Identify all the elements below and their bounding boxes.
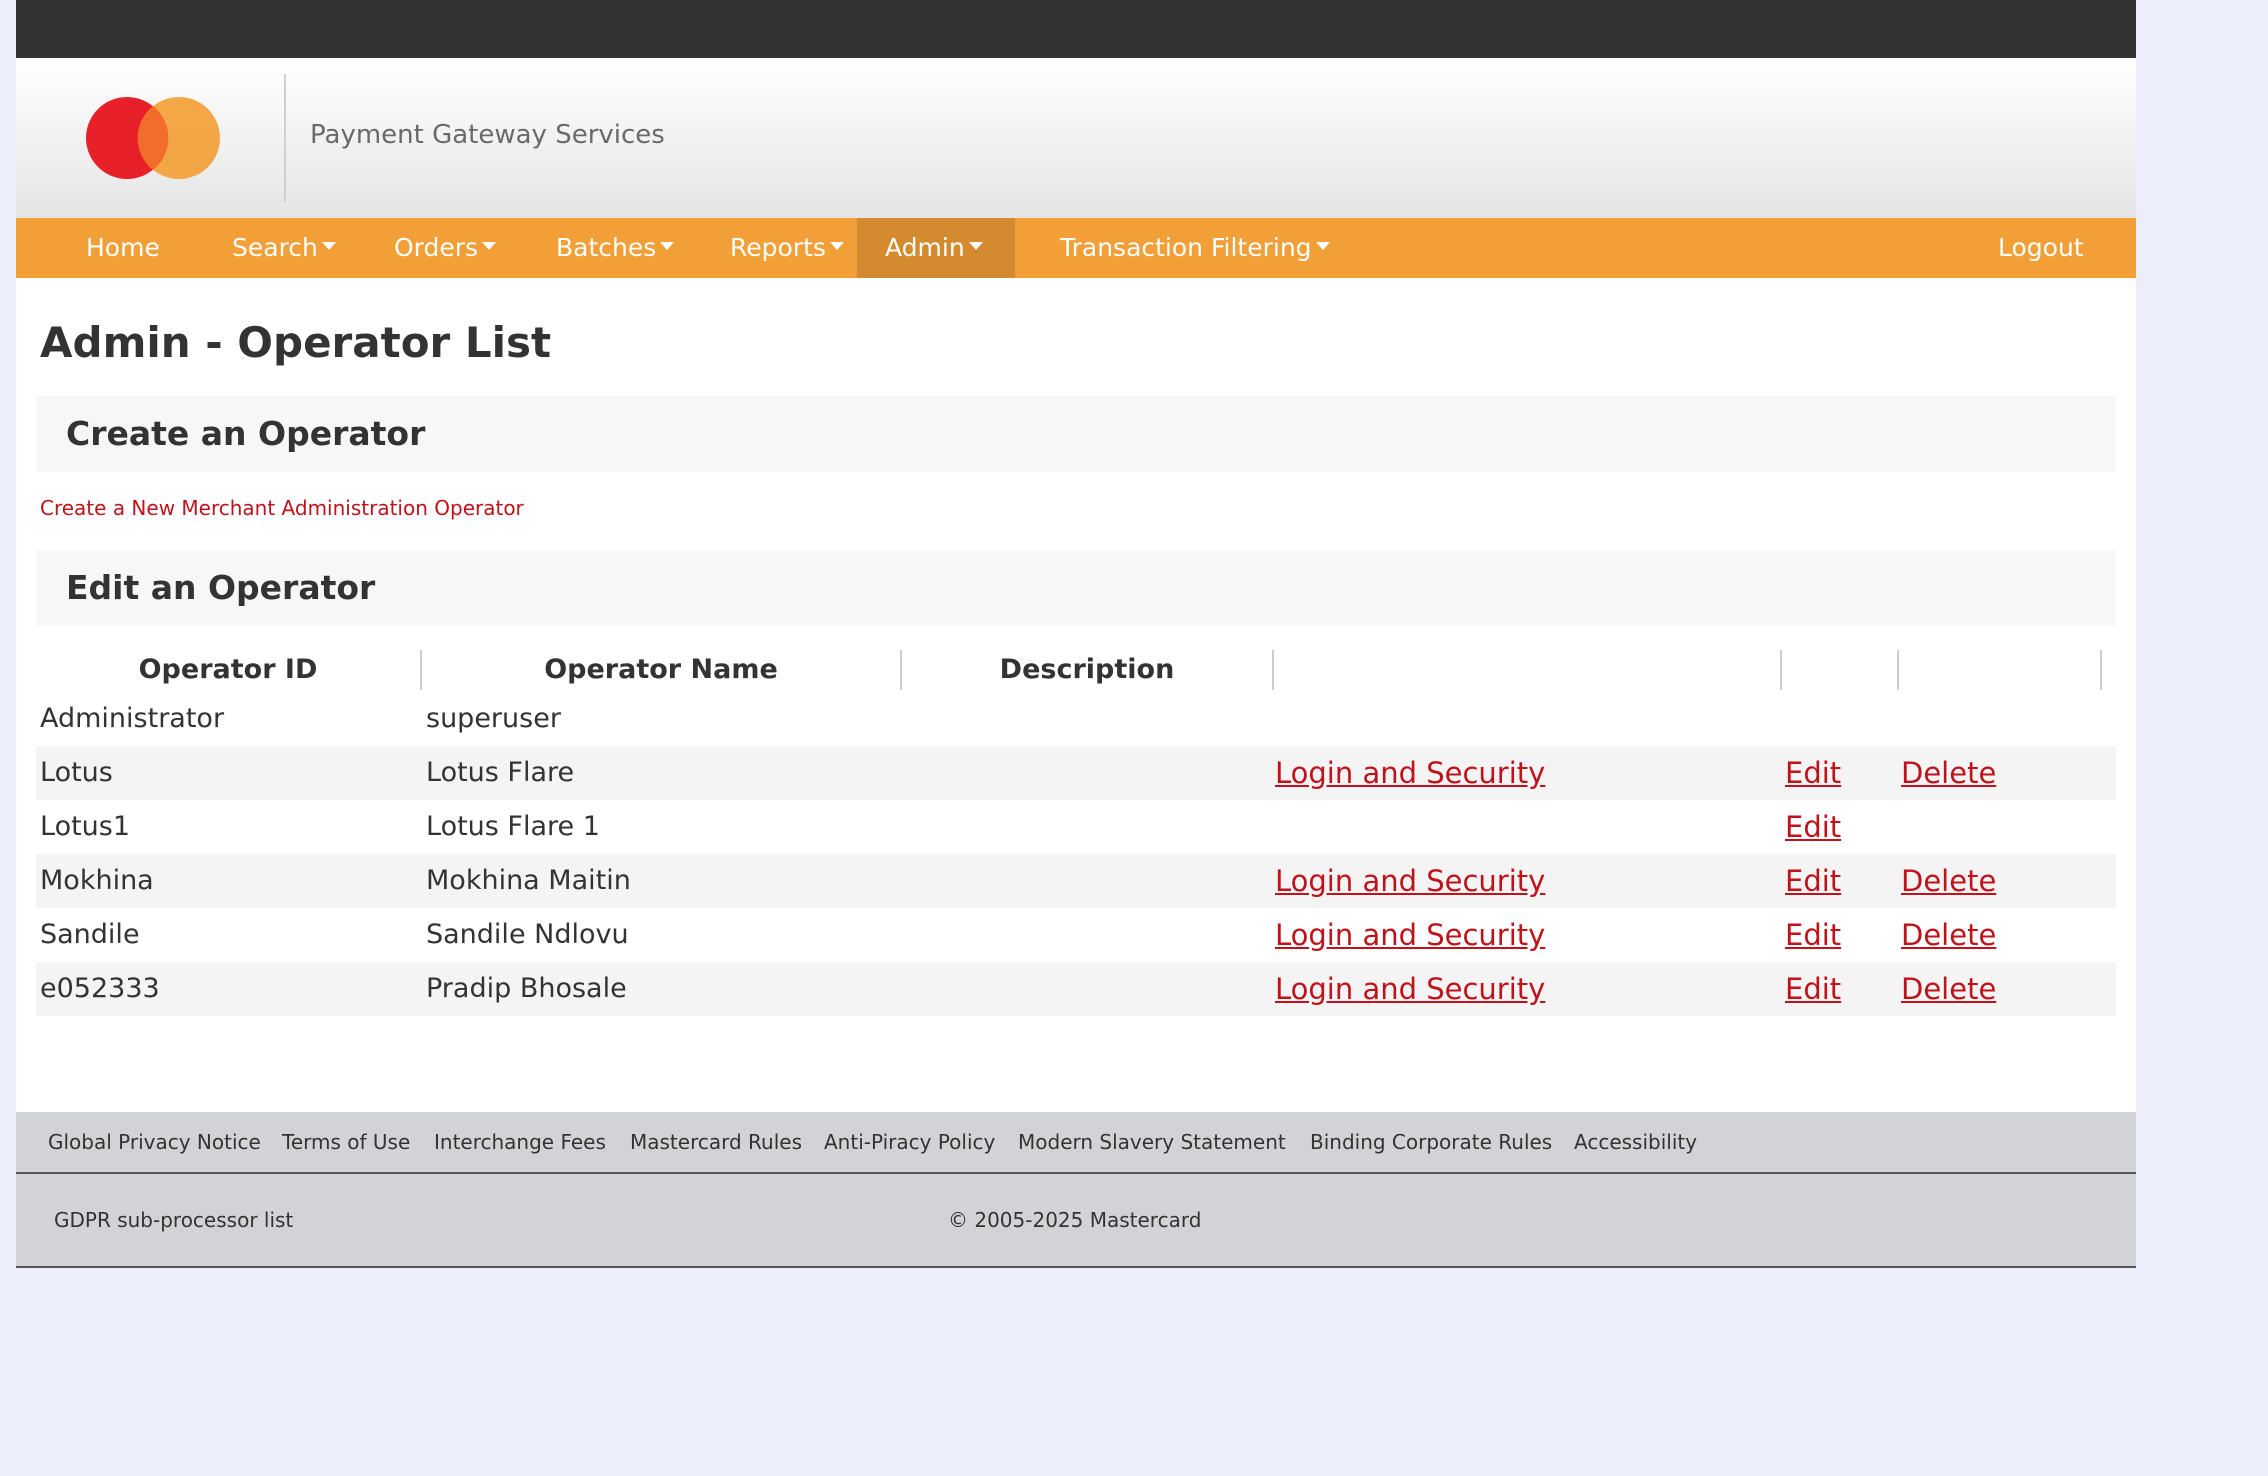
footer-link-mastercard-rules[interactable]: Mastercard Rules (630, 1112, 802, 1172)
login-security-link[interactable]: Login and Security (1275, 746, 1545, 800)
mastercard-logo-icon (86, 97, 220, 179)
edit-link[interactable]: Edit (1785, 908, 1841, 962)
nav-home-label: Home (86, 233, 160, 262)
nav-home[interactable]: Home (70, 218, 176, 278)
table-row: Mokhina Mokhina Maitin Login and Securit… (36, 854, 2116, 908)
login-security-link[interactable]: Login and Security (1275, 854, 1545, 908)
create-operator-panel: Create an Operator (36, 396, 2116, 472)
footer-bottom: GDPR sub-processor list © 2005-2025 Mast… (16, 1174, 2136, 1268)
login-security-link[interactable]: Login and Security (1275, 962, 1545, 1016)
chevron-down-icon (660, 242, 675, 250)
footer-link-modern-slavery-statement[interactable]: Modern Slavery Statement (1018, 1112, 1286, 1172)
footer-link-global-privacy-notice[interactable]: Global Privacy Notice (48, 1112, 261, 1172)
edit-link[interactable]: Edit (1785, 800, 1841, 854)
operator-name-cell: Mokhina Maitin (426, 865, 631, 896)
column-header-description[interactable]: Description (902, 648, 1272, 692)
table-row: Lotus1 Lotus Flare 1 Edit (36, 800, 2116, 854)
chevron-down-icon (321, 242, 336, 250)
chevron-down-icon (1315, 242, 1330, 250)
brand-text: Payment Gateway Services (310, 120, 665, 150)
operator-id-cell: Sandile (40, 919, 140, 950)
copyright-text: © 2005-2025 Mastercard (948, 1208, 1202, 1232)
nav-admin-label: Admin (885, 233, 965, 262)
nav-logout-label: Logout (1998, 233, 2084, 262)
top-bar (16, 0, 2136, 58)
header-divider (284, 74, 286, 202)
chevron-down-icon (968, 242, 983, 250)
nav-search-label: Search (232, 233, 318, 262)
edit-link[interactable]: Edit (1785, 854, 1841, 908)
nav-batches-label: Batches (556, 233, 657, 262)
nav-orders-label: Orders (394, 233, 479, 262)
table-row: Lotus Lotus Flare Login and Security Edi… (36, 746, 2116, 800)
edit-link[interactable]: Edit (1785, 746, 1841, 800)
operator-id-cell: Lotus1 (40, 811, 131, 842)
column-header-operator-name[interactable]: Operator Name (422, 648, 900, 692)
operator-name-cell: Pradip Bhosale (426, 973, 627, 1004)
operator-name-cell: Sandile Ndlovu (426, 919, 629, 950)
delete-link[interactable]: Delete (1901, 746, 1996, 800)
nav-reports[interactable]: Reports (714, 218, 860, 278)
nav-transaction-filtering-label: Transaction Filtering (1060, 233, 1312, 262)
column-divider (1780, 650, 1782, 690)
footer-link-interchange-fees[interactable]: Interchange Fees (434, 1112, 606, 1172)
column-divider (1272, 650, 1274, 690)
operator-name-cell: Lotus Flare 1 (426, 811, 600, 842)
delete-link[interactable]: Delete (1901, 854, 1996, 908)
create-operator-link[interactable]: Create a New Merchant Administration Ope… (40, 496, 524, 520)
edit-operator-heading: Edit an Operator (66, 568, 376, 607)
nav-batches[interactable]: Batches (540, 218, 690, 278)
nav-transaction-filtering[interactable]: Transaction Filtering (1044, 218, 1346, 278)
nav-logout[interactable]: Logout (1982, 218, 2100, 278)
page-title: Admin - Operator List (40, 318, 552, 367)
delete-link[interactable]: Delete (1901, 962, 1996, 1016)
nav-reports-label: Reports (730, 233, 826, 262)
operator-id-cell: Mokhina (40, 865, 154, 896)
table-row: Sandile Sandile Ndlovu Login and Securit… (36, 908, 2116, 962)
chevron-down-icon (829, 242, 844, 250)
login-security-link[interactable]: Login and Security (1275, 908, 1545, 962)
column-divider (2100, 650, 2102, 690)
operator-name-cell: Lotus Flare (426, 757, 575, 788)
delete-link[interactable]: Delete (1901, 908, 1996, 962)
main-nav: Home Search Orders Batches Reports Admin… (16, 218, 2136, 278)
footer-links-bar: Global Privacy Notice Terms of Use Inter… (16, 1112, 2136, 1174)
operator-id-cell: Administrator (40, 703, 225, 734)
operator-id-cell: Lotus (40, 757, 113, 788)
column-header-operator-id[interactable]: Operator ID (36, 648, 420, 692)
column-divider (1897, 650, 1899, 690)
operator-name-cell: superuser (426, 703, 561, 734)
edit-link[interactable]: Edit (1785, 962, 1841, 1016)
nav-admin[interactable]: Admin (857, 218, 1015, 278)
chevron-down-icon (482, 242, 497, 250)
table-row: e052333 Pradip Bhosale Login and Securit… (36, 962, 2116, 1016)
page-frame: Payment Gateway Services Home Search Ord… (16, 0, 2136, 1268)
footer-link-gdpr-sub-processor-list[interactable]: GDPR sub-processor list (54, 1174, 293, 1266)
site-header: Payment Gateway Services (16, 58, 2136, 218)
operator-id-cell: e052333 (40, 973, 160, 1004)
footer-link-accessibility[interactable]: Accessibility (1574, 1112, 1697, 1172)
nav-search[interactable]: Search (216, 218, 352, 278)
nav-orders[interactable]: Orders (378, 218, 512, 278)
footer-link-terms-of-use[interactable]: Terms of Use (282, 1112, 410, 1172)
edit-operator-panel: Edit an Operator (36, 550, 2116, 626)
footer-link-binding-corporate-rules[interactable]: Binding Corporate Rules (1310, 1112, 1552, 1172)
table-row: Administrator superuser (36, 692, 2116, 746)
footer-link-anti-piracy-policy[interactable]: Anti-Piracy Policy (824, 1112, 995, 1172)
create-operator-heading: Create an Operator (66, 414, 426, 453)
